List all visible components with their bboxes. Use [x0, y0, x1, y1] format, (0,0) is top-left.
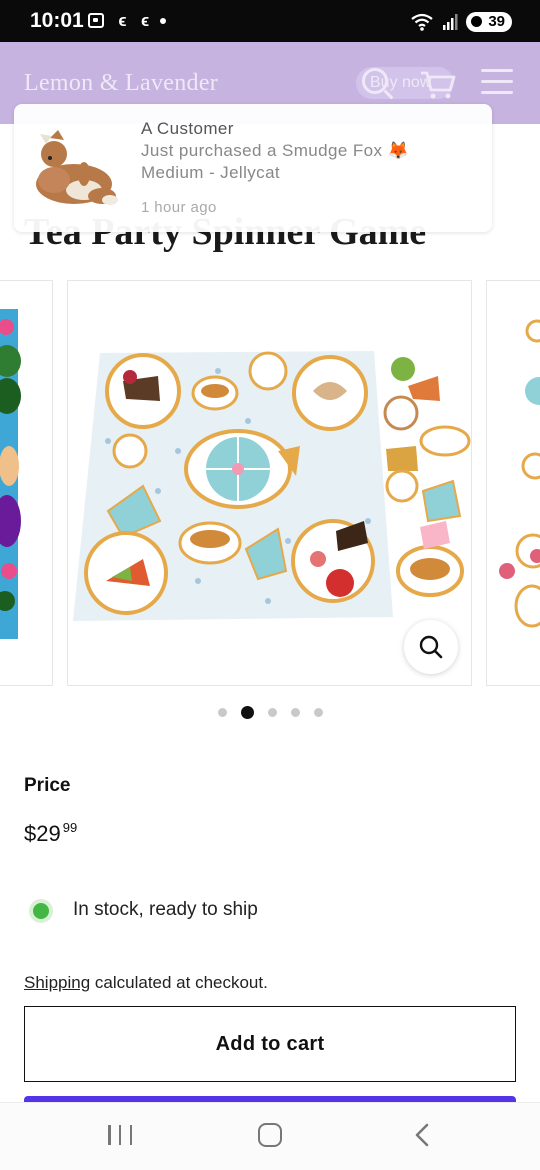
purchase-notification[interactable]: A Customer Just purchased a Smudge Fox 🦊…: [14, 104, 492, 232]
price-cents: 99: [62, 820, 78, 835]
menu-icon[interactable]: [481, 69, 513, 97]
add-to-cart-button[interactable]: Add to cart: [24, 1006, 516, 1082]
carousel-pagination: [0, 704, 540, 720]
notification-icons: ϵ ϵ: [88, 11, 167, 30]
stock-status-dot: [33, 903, 49, 919]
gallery-icon: [88, 13, 104, 28]
signal-icon: [443, 14, 458, 30]
system-icons: 39: [410, 12, 512, 32]
shipping-note-text: calculated at checkout.: [90, 973, 268, 992]
product-image-carousel[interactable]: [0, 280, 540, 686]
carousel-dot[interactable]: [267, 707, 277, 717]
notification-message-line1: Just purchased a Smudge Fox 🦊: [141, 141, 410, 160]
cart-icon[interactable]: [420, 70, 456, 100]
notification-message-line2: Medium - Jellycat: [141, 163, 281, 182]
wifi-icon: [411, 13, 433, 31]
carousel-dot[interactable]: [217, 707, 227, 717]
magnifier-icon: [419, 635, 443, 659]
game-pieces-image: [499, 319, 540, 628]
game-box-image: [0, 309, 21, 639]
smudge-fox-plush-image: [36, 130, 118, 205]
drop-icon: ϵ: [115, 11, 127, 30]
back-icon[interactable]: [414, 1123, 430, 1147]
notification-message: Just purchased a Smudge Fox 🦊 Medium - J…: [141, 140, 471, 184]
shipping-note: Shipping calculated at checkout.: [24, 973, 268, 993]
drop-icon: ϵ: [137, 11, 150, 30]
store-logo[interactable]: Lemon & Lavender: [24, 70, 218, 97]
notification-time: 1 hour ago: [141, 199, 217, 216]
status-time: 10:01: [30, 9, 84, 32]
carousel-slide-next[interactable]: [486, 280, 540, 686]
notification-title: A Customer: [141, 119, 234, 138]
carousel-dot[interactable]: [313, 707, 323, 717]
zoom-button[interactable]: [404, 620, 458, 674]
recents-icon[interactable]: [108, 1125, 132, 1147]
home-icon[interactable]: [258, 1123, 282, 1147]
carousel-dot[interactable]: [290, 707, 300, 717]
system-navigation-bar: [0, 1102, 540, 1170]
carousel-dot-active[interactable]: [240, 705, 254, 719]
dot-icon: [160, 17, 167, 24]
price: $29 99: [24, 820, 77, 847]
price-label: Price: [24, 775, 71, 796]
search-icon[interactable]: [362, 68, 388, 94]
shipping-link[interactable]: Shipping: [24, 973, 90, 992]
stock-status-text: In stock, ready to ship: [73, 899, 258, 920]
battery-icon: 39: [466, 12, 512, 32]
status-bar: 10:01 ϵ ϵ 39: [0, 0, 540, 42]
price-main: $29: [24, 821, 61, 846]
carousel-slide-prev[interactable]: [0, 280, 53, 686]
